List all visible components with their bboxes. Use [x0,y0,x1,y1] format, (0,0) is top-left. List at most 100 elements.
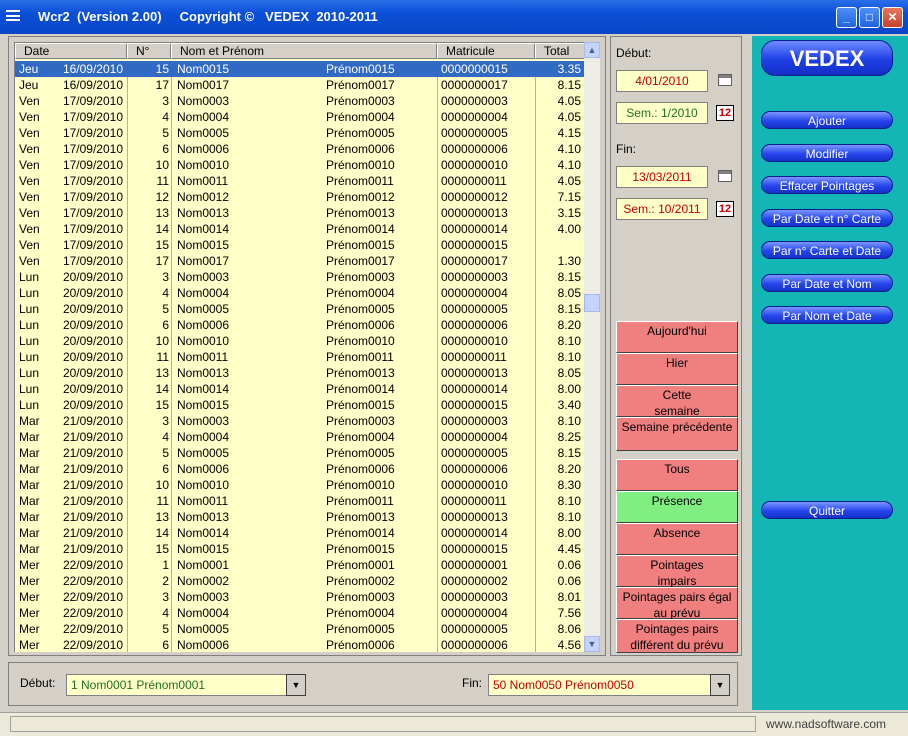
maximize-button[interactable]: □ [859,7,880,28]
calendar-icon[interactable] [718,170,732,182]
table-row[interactable]: Ven 17/09/2010 6 Nom0006 Prénom0006 000000000… [15,141,584,157]
row-day: Mar [19,478,40,492]
table-row[interactable]: Mar 21/09/2010 4 Nom0004 Prénom0004 000000000… [15,429,584,445]
table-row[interactable]: Mer 22/09/2010 2 Nom0002 Prénom0002 000000000… [15,573,584,589]
period-yesterday-button[interactable]: Hier [616,353,738,385]
row-number: 3 [162,590,169,604]
table-row[interactable]: Ven 17/09/2010 4 Nom0004 Prénom0004 000000000… [15,109,584,125]
row-matricule: 0000000001 [441,558,508,572]
scroll-up-button[interactable]: ▲ [584,42,600,58]
calendar-icon[interactable] [718,74,732,86]
end-date-field[interactable]: 13/03/2011 [616,166,708,188]
edit-button[interactable]: Modifier [761,144,893,162]
row-day: Mer [19,606,40,620]
table-row[interactable]: Ven 17/09/2010 3 Nom0003 Prénom0003 000000000… [15,93,584,109]
row-matricule: 0000000014 [441,222,508,236]
row-day: Jeu [19,62,39,76]
filter-even-different-button[interactable]: Pointages pairs différent du prévu [616,619,738,653]
row-total: 3.35 [557,62,581,76]
row-matricule: 0000000013 [441,366,508,380]
add-button[interactable]: Ajouter [761,111,893,129]
table-row[interactable]: Ven 17/09/2010 10 Nom0010 Prénom0010 00000000… [15,157,584,173]
table-row[interactable]: Mer 22/09/2010 5 Nom0005 Prénom0005 000000000… [15,621,584,637]
table-row[interactable]: Mar 21/09/2010 6 Nom0006 Prénom0006 000000000… [15,461,584,477]
table-row[interactable]: Mer 22/09/2010 6 Nom0006 Prénom0006 000000000… [15,637,584,652]
filter-presence-button[interactable]: Présence [616,491,738,523]
filter-odd-punches-button[interactable]: Pointages impairs [616,555,738,588]
col-matricule[interactable]: Matricule [437,43,535,59]
table-row[interactable]: Mar 21/09/2010 11 Nom0011 Prénom0011 00000000… [15,493,584,509]
row-date: 20/09/2010 [62,270,123,284]
table-row[interactable]: Mar 21/09/2010 13 Nom0013 Prénom0013 00000000… [15,509,584,525]
table-row[interactable]: Lun 20/09/2010 14 Nom0014 Prénom0014 00000000… [15,381,584,397]
row-date: 20/09/2010 [62,302,123,316]
scroll-down-button[interactable]: ▼ [584,636,600,652]
table-row[interactable]: Lun 20/09/2010 6 Nom0006 Prénom0006 000000000… [15,317,584,333]
row-number: 6 [162,638,169,652]
row-total: 8.25 [557,430,581,444]
table-row[interactable]: Lun 20/09/2010 3 Nom0003 Prénom0003 000000000… [15,269,584,285]
filter-absence-button[interactable]: Absence [616,523,738,555]
sort-name-date-button[interactable]: Par Nom et Date [761,306,893,324]
period-today-button[interactable]: Aujourd'hui [616,321,738,353]
table-row[interactable]: Lun 20/09/2010 5 Nom0005 Prénom0005 000000000… [15,301,584,317]
window-menu-icon[interactable] [6,10,20,21]
table-row[interactable]: Lun 20/09/2010 15 Nom0015 Prénom0015 00000000… [15,397,584,413]
week-number-icon[interactable]: 12 [716,105,734,121]
table-row[interactable]: Mer 22/09/2010 1 Nom0001 Prénom0001 000000000… [15,557,584,573]
table-row[interactable]: Ven 17/09/2010 17 Nom0017 Prénom0017 00000000… [15,253,584,269]
row-lastname: Nom0003 [177,590,230,604]
quit-button[interactable]: Quitter [761,501,893,519]
table-row[interactable]: Lun 20/09/2010 4 Nom0004 Prénom0004 000000000… [15,285,584,301]
delete-punches-button[interactable]: Effacer Pointages [761,176,893,194]
table-row[interactable]: Mar 21/09/2010 3 Nom0003 Prénom0003 000000000… [15,413,584,429]
table-row[interactable]: Jeu 16/09/2010 17 Nom0017 Prénom0017 00000000… [15,77,584,93]
table-row[interactable]: Lun 20/09/2010 11 Nom0011 Prénom0011 00000000… [15,349,584,365]
sort-date-card-button[interactable]: Par Date et n° Carte [761,209,893,227]
row-matricule: 0000000012 [441,190,508,204]
minimize-button[interactable]: _ [836,7,857,28]
start-date-field[interactable]: 4/01/2010 [616,70,708,92]
dropdown-arrow-icon[interactable]: ▼ [710,674,730,696]
table-row[interactable]: Mar 21/09/2010 5 Nom0005 Prénom0005 000000000… [15,445,584,461]
row-number: 13 [155,206,169,220]
period-previous-week-button[interactable]: Semaine précédente [616,417,738,451]
row-date: 21/09/2010 [62,526,123,540]
table-row[interactable]: Mar 21/09/2010 15 Nom0015 Prénom0015 00000000… [15,541,584,557]
table-row[interactable]: Mer 22/09/2010 4 Nom0004 Prénom0004 000000000… [15,605,584,621]
row-matricule: 0000000014 [441,382,508,396]
col-total[interactable]: Total [535,43,584,59]
end-week-field[interactable]: Sem.: 10/2011 [616,198,708,220]
table-row[interactable]: Mar 21/09/2010 14 Nom0014 Prénom0014 00000000… [15,525,584,541]
row-total: 4.05 [557,174,581,188]
period-this-week-button[interactable]: Cette semaine [616,385,738,418]
start-employee-combo[interactable]: 1 Nom0001 Prénom0001 ▼ [66,674,306,696]
col-date[interactable]: Date [15,43,127,59]
table-row[interactable]: Ven 17/09/2010 11 Nom0011 Prénom0011 00000000… [15,173,584,189]
table-row[interactable]: Ven 17/09/2010 5 Nom0005 Prénom0005 000000000… [15,125,584,141]
table-row[interactable]: Jeu 16/09/2010 15 Nom0015 Prénom0015 00000000… [15,61,584,77]
sort-date-name-button[interactable]: Par Date et Nom [761,274,893,292]
start-week-field[interactable]: Sem.: 1/2010 [616,102,708,124]
scroll-thumb[interactable] [584,294,600,312]
close-button[interactable]: ✕ [882,7,903,28]
vedex-logo-button[interactable]: VEDEX [761,40,893,76]
end-employee-combo[interactable]: 50 Nom0050 Prénom0050 ▼ [488,674,730,696]
sort-card-date-button[interactable]: Par n° Carte et Date [761,241,893,259]
table-row[interactable]: Ven 17/09/2010 13 Nom0013 Prénom0013 00000000… [15,205,584,221]
table-row[interactable]: Lun 20/09/2010 13 Nom0013 Prénom0013 00000000… [15,365,584,381]
grid-scrollbar[interactable]: ▲ ▼ [584,42,600,652]
table-row[interactable]: Ven 17/09/2010 15 Nom0015 Prénom0015 00000000… [15,237,584,253]
dropdown-arrow-icon[interactable]: ▼ [286,674,306,696]
col-name[interactable]: Nom et Prénom [171,43,437,59]
punch-grid[interactable]: Date N° Nom et Prénom Matricule Total Je… [14,42,584,652]
week-number-icon[interactable]: 12 [716,201,734,217]
table-row[interactable]: Lun 20/09/2010 10 Nom0010 Prénom0010 00000000… [15,333,584,349]
filter-even-equal-button[interactable]: Pointages pairs égal au prévu [616,587,738,620]
col-number[interactable]: N° [127,43,171,59]
table-row[interactable]: Ven 17/09/2010 14 Nom0014 Prénom0014 00000000… [15,221,584,237]
table-row[interactable]: Mar 21/09/2010 10 Nom0010 Prénom0010 00000000… [15,477,584,493]
table-row[interactable]: Mer 22/09/2010 3 Nom0003 Prénom0003 000000000… [15,589,584,605]
table-row[interactable]: Ven 17/09/2010 12 Nom0012 Prénom0012 00000000… [15,189,584,205]
filter-all-button[interactable]: Tous [616,459,738,491]
